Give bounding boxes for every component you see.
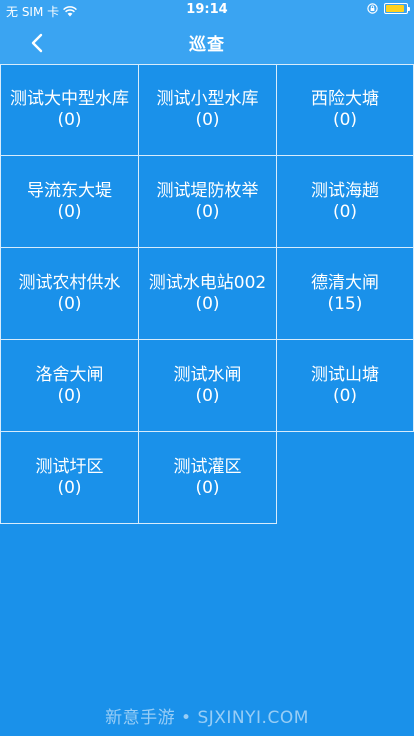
watermark: 新意手游 • SJXINYI.COM — [105, 708, 309, 728]
cell-name: 测试灌区 — [173, 456, 242, 477]
cell-name: 德清大闸 — [311, 272, 379, 293]
nav-bar: 巡查 — [0, 20, 414, 64]
cell-count: (15) — [327, 293, 363, 314]
grid-cell[interactable]: 测试海趟 (0) — [276, 155, 414, 248]
grid-cell[interactable]: 测试圩区 (0) — [0, 431, 139, 524]
cell-name: 测试大中型水库 — [10, 89, 129, 109]
cell-count: (0) — [332, 385, 358, 406]
grid-cell[interactable]: 导流东大堤 (0) — [0, 155, 139, 248]
cell-name: 洛舍大闸 — [35, 364, 104, 385]
grid-cell[interactable]: 测试水电站002 (0) — [138, 247, 277, 340]
cell-count: (0) — [332, 110, 358, 130]
cell-name: 测试堤防枚举 — [156, 180, 259, 201]
cell-name: 测试小型水库 — [156, 89, 259, 109]
cell-name: 测试山塘 — [311, 364, 379, 385]
screen: 无 SIM 卡 19:14 巡查 测试大中型水库 (0) 测试小型水库 (0) … — [0, 0, 414, 736]
battery-level — [386, 5, 404, 12]
cell-name: 测试海趟 — [311, 180, 379, 201]
grid-cell[interactable]: 测试小型水库 (0) — [138, 64, 277, 156]
status-time: 19:14 — [186, 2, 228, 17]
cell-name: 导流东大堤 — [27, 180, 112, 201]
status-bar: 无 SIM 卡 19:14 — [0, 0, 414, 20]
grid-cell[interactable]: 测试灌区 (0) — [138, 431, 277, 524]
grid-cell[interactable]: 西险大塘 (0) — [276, 64, 414, 156]
cell-name: 测试圩区 — [35, 456, 104, 477]
grid-cell[interactable]: 测试农村供水 (0) — [0, 247, 139, 340]
cell-count: (0) — [195, 110, 220, 130]
cell-count: (0) — [57, 293, 82, 314]
status-right — [367, 3, 410, 14]
grid-cell[interactable]: 测试水闸 (0) — [138, 339, 277, 432]
cell-count: (0) — [195, 385, 220, 406]
cell-count: (0) — [57, 477, 82, 498]
grid-cell[interactable]: 测试堤防枚举 (0) — [138, 155, 277, 248]
cell-count: (0) — [57, 110, 82, 130]
grid-cell[interactable]: 测试山塘 (0) — [276, 339, 414, 432]
cell-name: 西险大塘 — [311, 89, 379, 109]
cell-name: 测试农村供水 — [18, 272, 121, 293]
cell-count: (0) — [195, 201, 220, 222]
cell-name: 测试水闸 — [173, 364, 242, 385]
cell-count: (0) — [57, 385, 82, 406]
rotation-lock-icon — [367, 3, 378, 14]
cell-count: (0) — [57, 201, 82, 222]
grid-cell[interactable]: 测试大中型水库 (0) — [0, 64, 139, 156]
cell-count: (0) — [332, 201, 358, 222]
battery-icon — [384, 3, 410, 14]
grid-cell[interactable]: 洛舍大闸 (0) — [0, 339, 139, 432]
cell-count: (0) — [195, 293, 220, 314]
page-title: 巡查 — [189, 35, 225, 55]
grid-cell[interactable]: 德清大闸 (15) — [276, 247, 414, 340]
cell-name: 测试水电站002 — [148, 272, 267, 293]
cell-count: (0) — [195, 477, 220, 498]
